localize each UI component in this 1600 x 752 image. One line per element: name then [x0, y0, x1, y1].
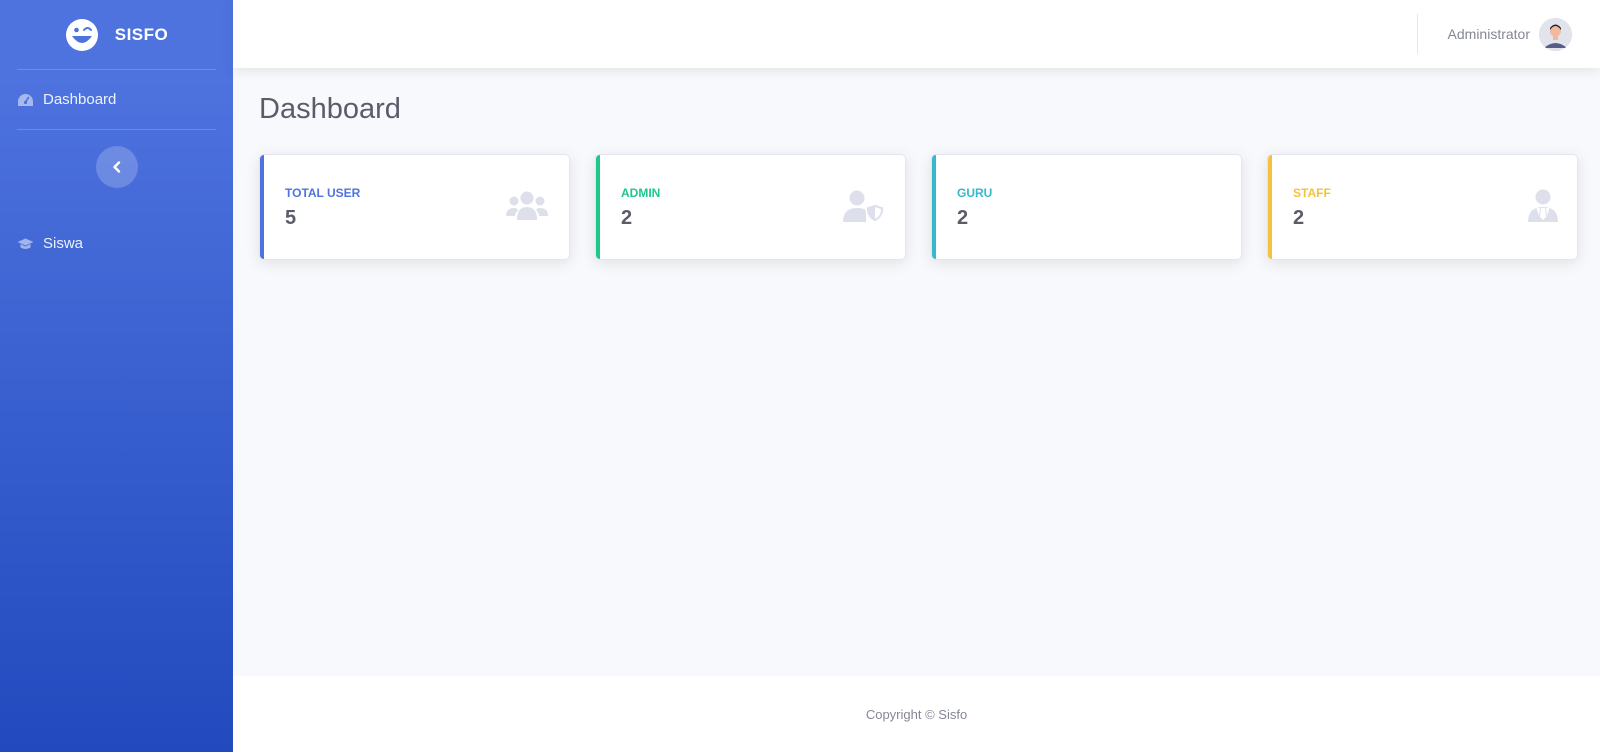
user-name[interactable]: Administrator [1448, 26, 1530, 42]
user-tie-icon [1528, 189, 1558, 222]
sidebar: SISFO Dashboard Siswa [0, 0, 233, 752]
sidebar-item-label: Dashboard [43, 91, 117, 108]
card-label: STAFF [1293, 186, 1331, 200]
user-avatar-icon [1539, 17, 1572, 51]
sidebar-toggle-button[interactable] [95, 146, 138, 188]
card-accent [932, 155, 936, 259]
stat-card-guru: GURU 2 [931, 154, 1242, 260]
page-title: Dashboard [259, 93, 401, 125]
sidebar-brand[interactable]: SISFO [0, 0, 233, 69]
brand-name: SISFO [114, 24, 169, 44]
sidebar-item-label: Siswa [43, 235, 84, 252]
graduation-cap-icon [17, 237, 34, 251]
card-value: 2 [621, 207, 633, 229]
card-accent [596, 155, 600, 259]
card-label: GURU [957, 186, 993, 200]
copyright-text: Copyright © Sisfo [865, 706, 968, 722]
main-content: Dashboard TOTAL USER 5 ADMIN 2 GURU 2 ST… [233, 68, 1600, 676]
card-accent [260, 155, 264, 259]
stat-card-staff: STAFF 2 [1267, 154, 1578, 260]
card-value: 2 [957, 207, 969, 229]
topbar-divider [1416, 14, 1418, 54]
tachometer-icon [17, 93, 34, 107]
card-value: 2 [1293, 207, 1305, 229]
card-label: TOTAL USER [285, 186, 361, 200]
card-value: 5 [285, 207, 297, 229]
sidebar-toggle-area [0, 130, 233, 204]
card-accent [1268, 155, 1272, 259]
users-icon [506, 191, 548, 220]
user-shield-icon [843, 190, 885, 223]
stat-card-total-user: TOTAL USER 5 [259, 154, 570, 260]
topbar: Administrator [233, 0, 1600, 68]
laugh-wink-icon [65, 18, 98, 51]
avatar[interactable] [1539, 17, 1572, 51]
footer: Copyright © Sisfo [233, 676, 1600, 752]
sidebar-item-siswa[interactable]: Siswa [0, 214, 233, 273]
card-label: ADMIN [621, 186, 661, 200]
chevron-left-icon [112, 161, 120, 173]
sidebar-item-dashboard[interactable]: Dashboard [0, 70, 233, 129]
stat-card-admin: ADMIN 2 [595, 154, 906, 260]
